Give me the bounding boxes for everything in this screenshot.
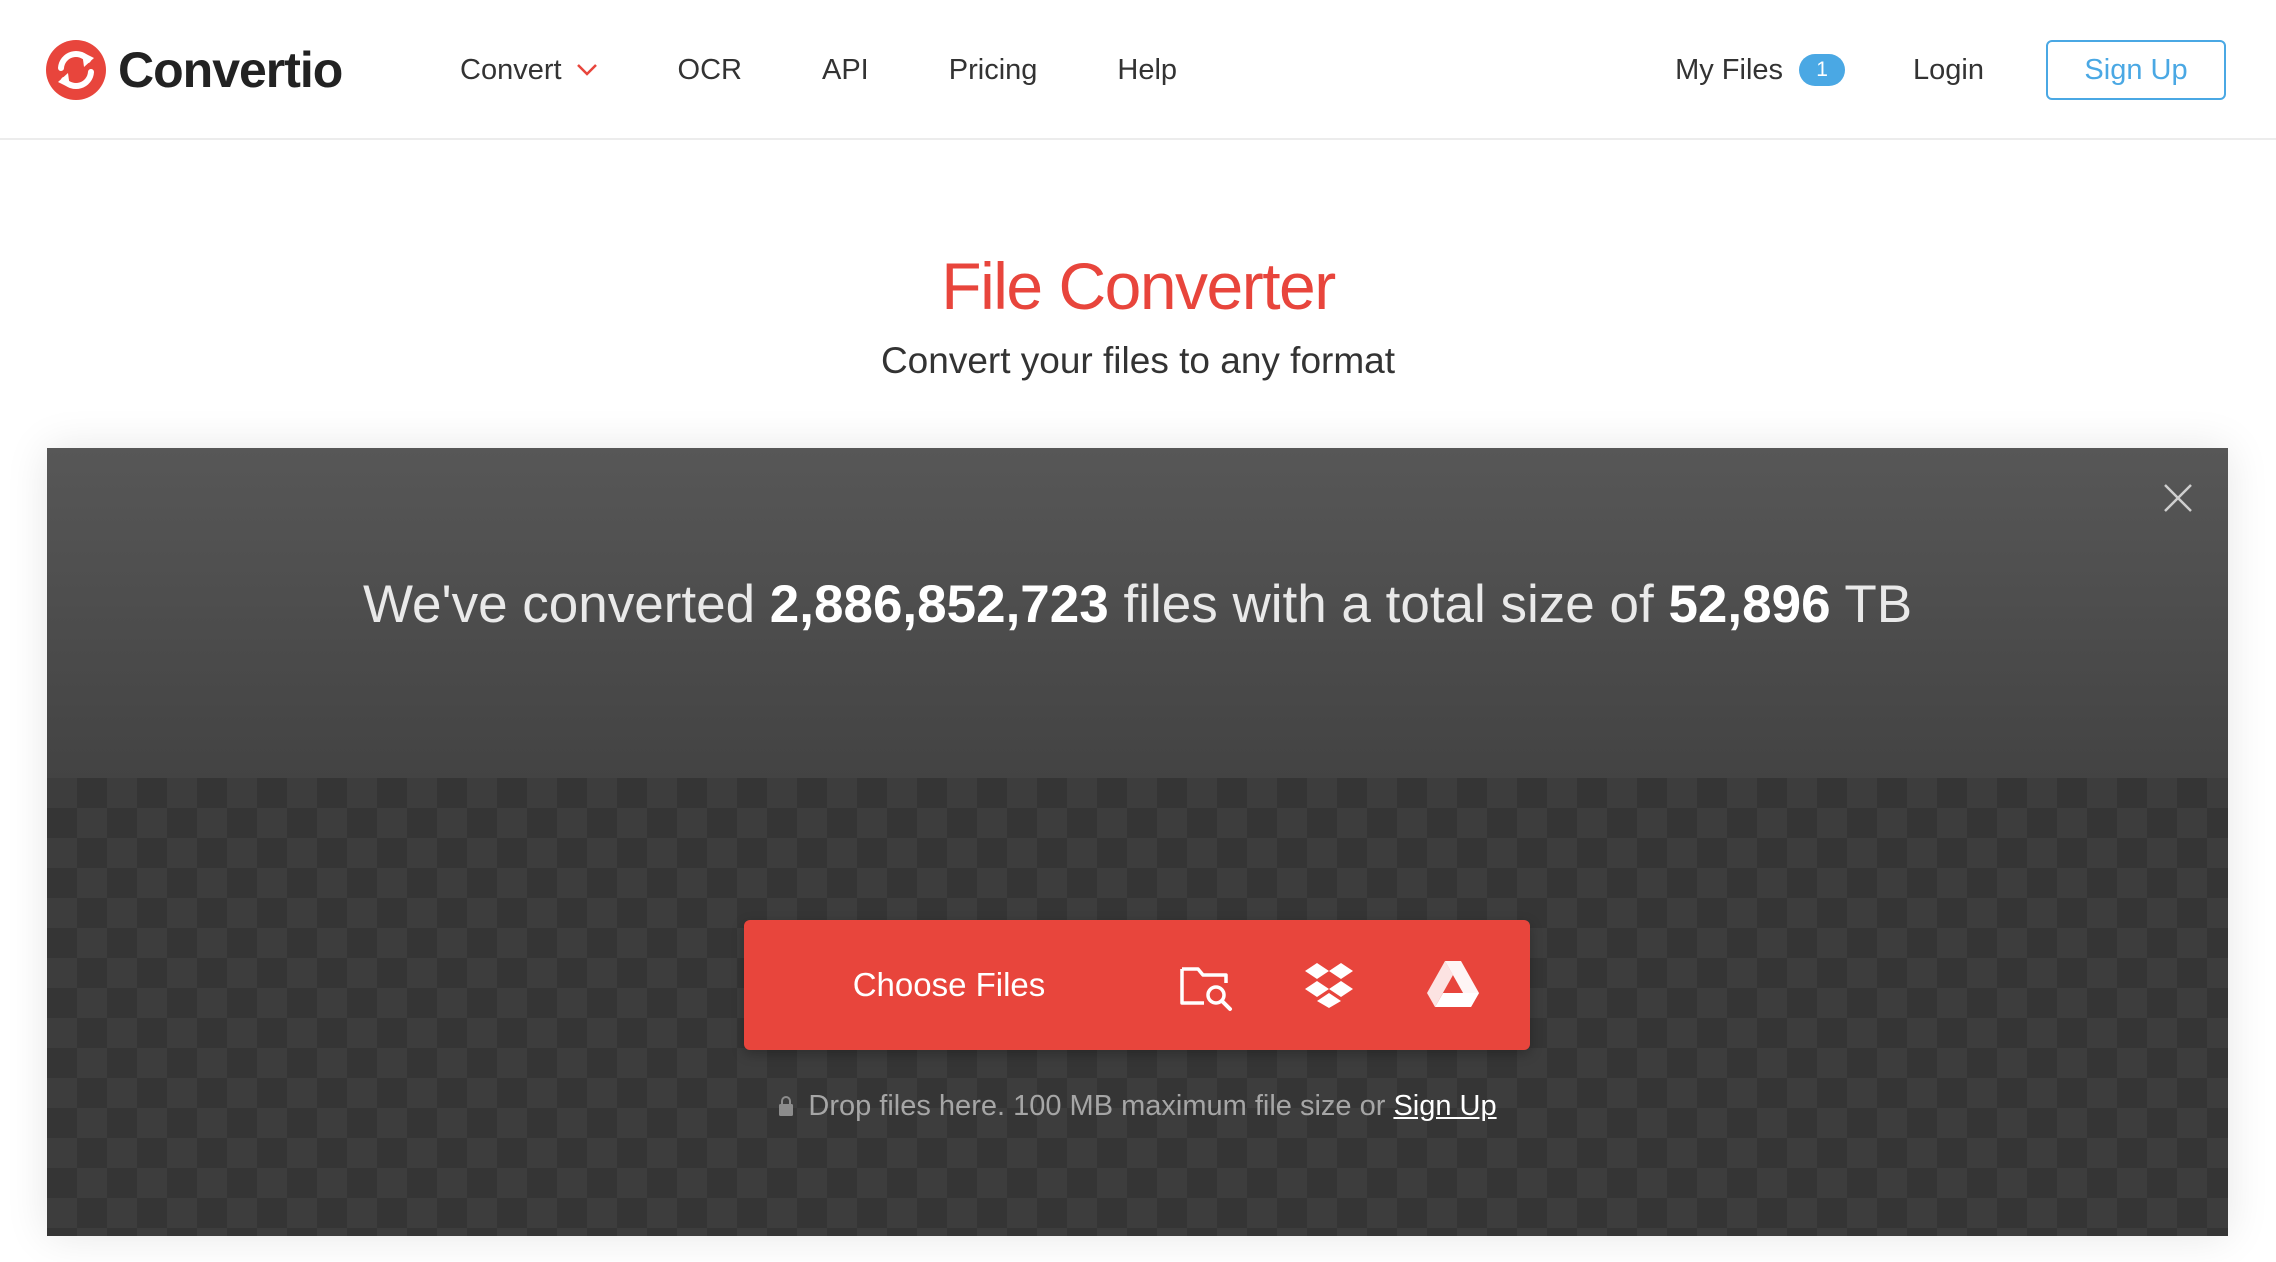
nav-convert[interactable]: Convert [460, 54, 598, 87]
stats-middle: files with a total size of [1123, 575, 1654, 634]
header-actions: My Files 1 Login Sign Up [1675, 0, 2226, 140]
folder-search-icon[interactable] [1174, 953, 1238, 1017]
drop-files-note: Drop files here. 100 MB maximum file siz… [47, 1090, 2228, 1123]
stats-unit: TB [1844, 575, 1913, 634]
my-files-label: My Files [1675, 53, 1784, 86]
lock-icon [779, 1096, 794, 1116]
nav-help[interactable]: Help [1117, 54, 1177, 87]
login-link[interactable]: Login [1913, 54, 1984, 87]
choose-files-button[interactable]: Choose Files [744, 920, 1154, 1050]
dropbox-icon[interactable] [1297, 953, 1361, 1017]
nav-api[interactable]: API [822, 54, 869, 87]
stats-banner: We've converted 2,886,852,723 files with… [47, 448, 2228, 778]
choose-files-bar: Choose Files [744, 920, 1530, 1050]
chevron-down-icon [576, 64, 597, 76]
nav-convert-label: Convert [460, 53, 562, 86]
google-drive-icon[interactable] [1421, 953, 1485, 1017]
stats-text: We've converted 2,886,852,723 files with… [47, 574, 2228, 635]
drop-note-text: Drop files here. 100 MB maximum file siz… [808, 1090, 1386, 1122]
convertio-logo-icon [46, 40, 106, 100]
main-nav: Convert OCR API Pricing Help [460, 0, 1257, 140]
site-header: Convertio Convert OCR API Pricing Help M… [0, 0, 2276, 140]
converter-panel: We've converted 2,886,852,723 files with… [47, 448, 2228, 1236]
signup-button[interactable]: Sign Up [2046, 40, 2226, 100]
stats-files-count: 2,886,852,723 [769, 575, 1109, 634]
page-title: File Converter [941, 249, 1336, 323]
stats-total-size: 52,896 [1668, 575, 1831, 634]
logo-text: Convertio [118, 42, 343, 98]
my-files-link[interactable]: My Files 1 [1675, 53, 1846, 87]
logo-link[interactable]: Convertio [44, 36, 343, 104]
file-dropzone[interactable]: Choose Files Drop files here. 100 MB max… [47, 778, 2228, 1236]
nav-pricing[interactable]: Pricing [949, 54, 1038, 87]
page-subtitle: Convert your files to any format [880, 340, 1396, 381]
close-icon[interactable] [2162, 482, 2194, 514]
stats-prefix: We've converted [362, 575, 756, 634]
drop-signup-link[interactable]: Sign Up [1393, 1090, 1496, 1122]
nav-ocr[interactable]: OCR [678, 54, 742, 87]
my-files-count-badge: 1 [1799, 54, 1846, 86]
